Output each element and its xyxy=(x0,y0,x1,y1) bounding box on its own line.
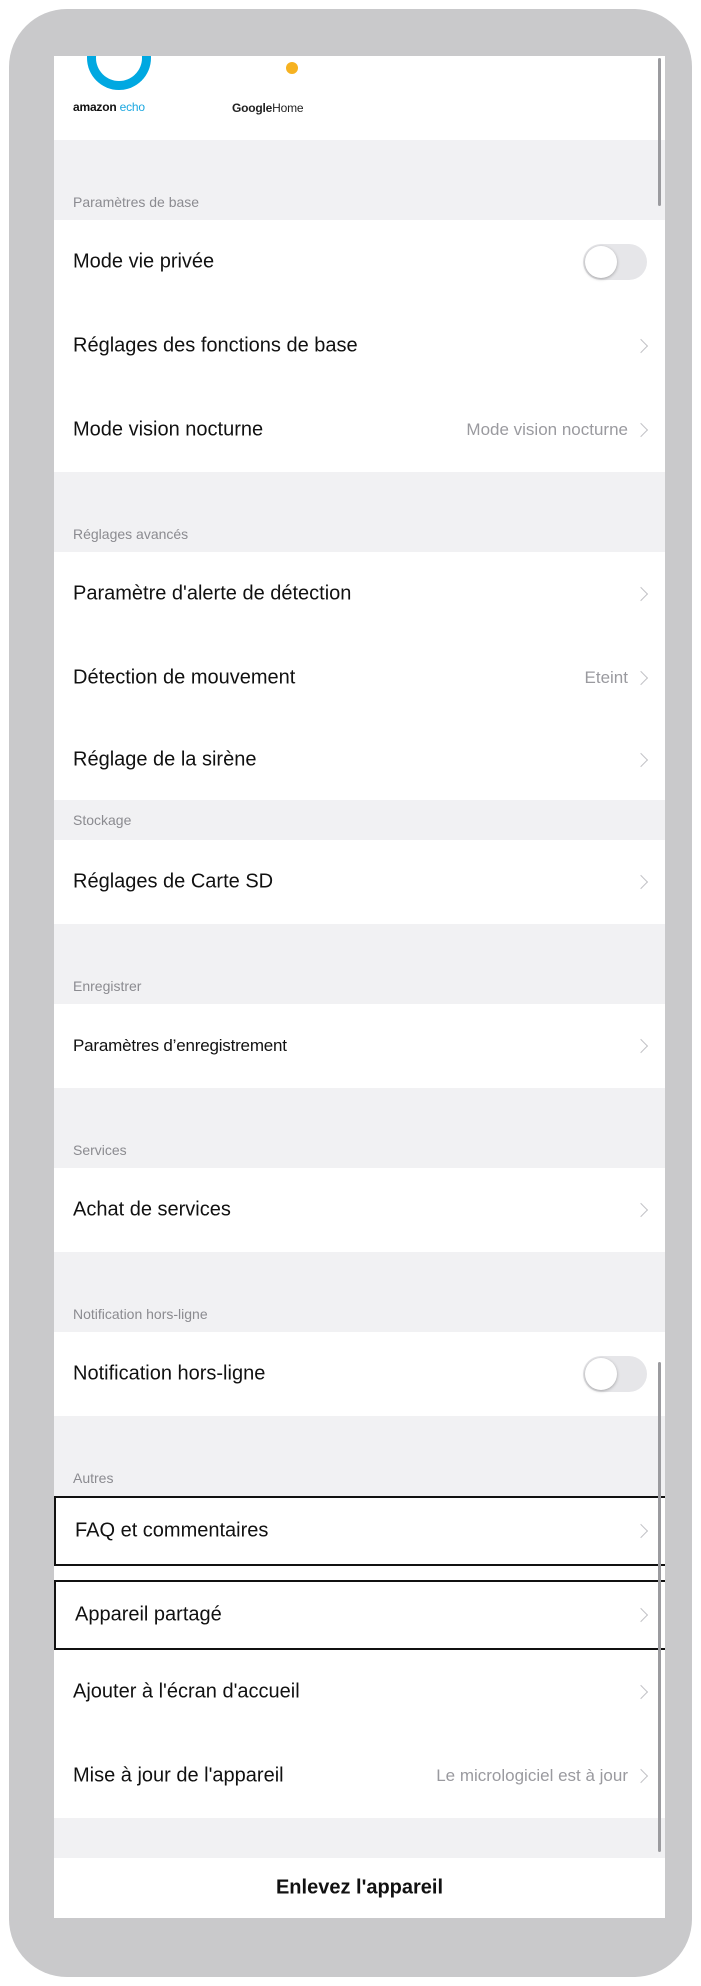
google-home-dot-icon xyxy=(286,62,298,74)
remove-device-label: Enlevez l'appareil xyxy=(275,1876,444,1899)
row-label: Achat de services xyxy=(73,1198,231,1221)
row-label: Mode vie privée xyxy=(73,250,215,273)
chevron-right-icon xyxy=(633,422,649,438)
recording-settings-row[interactable]: Paramètres d’enregistrement xyxy=(54,1004,665,1088)
chevron-right-icon xyxy=(633,1684,649,1700)
section-advanced: Réglages avancés xyxy=(54,472,665,552)
section-services: Services xyxy=(54,1088,665,1168)
settings-screen: amazon echo GoogleHome Paramètres de bas… xyxy=(54,56,665,1918)
section-label: Services xyxy=(73,1142,127,1158)
row-label: Détection de mouvement xyxy=(73,666,296,689)
section-label: Autres xyxy=(73,1470,114,1486)
chevron-right-icon xyxy=(633,1768,649,1784)
section-label: Enregistrer xyxy=(73,978,142,994)
section-label: Paramètres de base xyxy=(73,194,200,210)
section-label: Stockage xyxy=(73,812,132,828)
chevron-right-icon xyxy=(633,338,649,354)
device-update-row[interactable]: Mise à jour de l'appareil Le micrologici… xyxy=(54,1734,665,1818)
voice-assistant-logos: amazon echo GoogleHome xyxy=(54,56,665,140)
remove-device-button[interactable]: Enlevez l'appareil xyxy=(54,1858,665,1918)
section-record: Enregistrer xyxy=(54,924,665,1004)
row-label: FAQ et commentaires xyxy=(75,1519,269,1542)
row-label: Mode vision nocturne xyxy=(73,418,264,441)
section-label: Réglages avancés xyxy=(73,526,189,542)
row-label: Ajouter à l'écran d'accueil xyxy=(73,1680,300,1703)
shared-device-row[interactable]: Appareil partagé xyxy=(54,1580,665,1650)
section-others: Autres xyxy=(54,1416,665,1496)
offline-notification-row[interactable]: Notification hors-ligne xyxy=(54,1332,665,1416)
offline-notification-toggle[interactable] xyxy=(583,1356,647,1392)
faq-row[interactable]: FAQ et commentaires xyxy=(54,1496,665,1566)
detection-alert-row[interactable]: Paramètre d'alerte de détection xyxy=(54,552,665,636)
row-label: Mise à jour de l'appareil xyxy=(73,1764,284,1787)
section-basic: Paramètres de base xyxy=(54,140,665,220)
chevron-right-icon xyxy=(633,874,649,890)
buy-services-row[interactable]: Achat de services xyxy=(54,1168,665,1252)
chevron-right-icon xyxy=(633,1523,649,1539)
sd-card-row[interactable]: Réglages de Carte SD xyxy=(54,840,665,924)
add-to-home-screen-row[interactable]: Ajouter à l'écran d'accueil xyxy=(54,1650,665,1734)
device-frame: amazon echo GoogleHome Paramètres de bas… xyxy=(9,9,692,1977)
chevron-right-icon xyxy=(633,1038,649,1054)
row-label: Notification hors-ligne xyxy=(73,1362,266,1385)
firmware-status: Le micrologiciel est à jour xyxy=(436,1766,628,1785)
chevron-right-icon xyxy=(633,1607,649,1623)
siren-row[interactable]: Réglage de la sirène xyxy=(54,720,665,800)
row-label: Paramètre d'alerte de détection xyxy=(73,582,352,605)
row-label: Réglage de la sirène xyxy=(73,748,257,771)
chevron-right-icon xyxy=(633,752,649,768)
privacy-mode-toggle[interactable] xyxy=(583,244,647,280)
row-label: Réglages de Carte SD xyxy=(73,870,274,893)
basic-functions-row[interactable]: Réglages des fonctions de base xyxy=(54,304,665,388)
privacy-mode-row[interactable]: Mode vie privée xyxy=(54,220,665,304)
section-offline: Notification hors-ligne xyxy=(54,1252,665,1332)
scrollbar-top[interactable] xyxy=(658,58,661,206)
chevron-right-icon xyxy=(633,1202,649,1218)
chevron-right-icon xyxy=(633,670,649,686)
row-label: Paramètres d’enregistrement xyxy=(73,1036,287,1055)
row-label: Appareil partagé xyxy=(75,1603,222,1626)
chevron-right-icon xyxy=(633,586,649,602)
night-vision-row[interactable]: Mode vision nocturne Mode vision nocturn… xyxy=(54,388,665,472)
motion-detection-row[interactable]: Détection de mouvement Eteint xyxy=(54,636,665,720)
motion-detection-value: Eteint xyxy=(584,668,628,687)
section-label: Notification hors-ligne xyxy=(73,1306,208,1322)
section-storage: Stockage xyxy=(54,800,665,840)
night-vision-value: Mode vision nocturne xyxy=(466,420,628,439)
echo-ring-icon xyxy=(87,56,151,90)
row-label: Réglages des fonctions de base xyxy=(73,334,358,357)
scrollbar-thumb[interactable] xyxy=(658,1362,661,1852)
